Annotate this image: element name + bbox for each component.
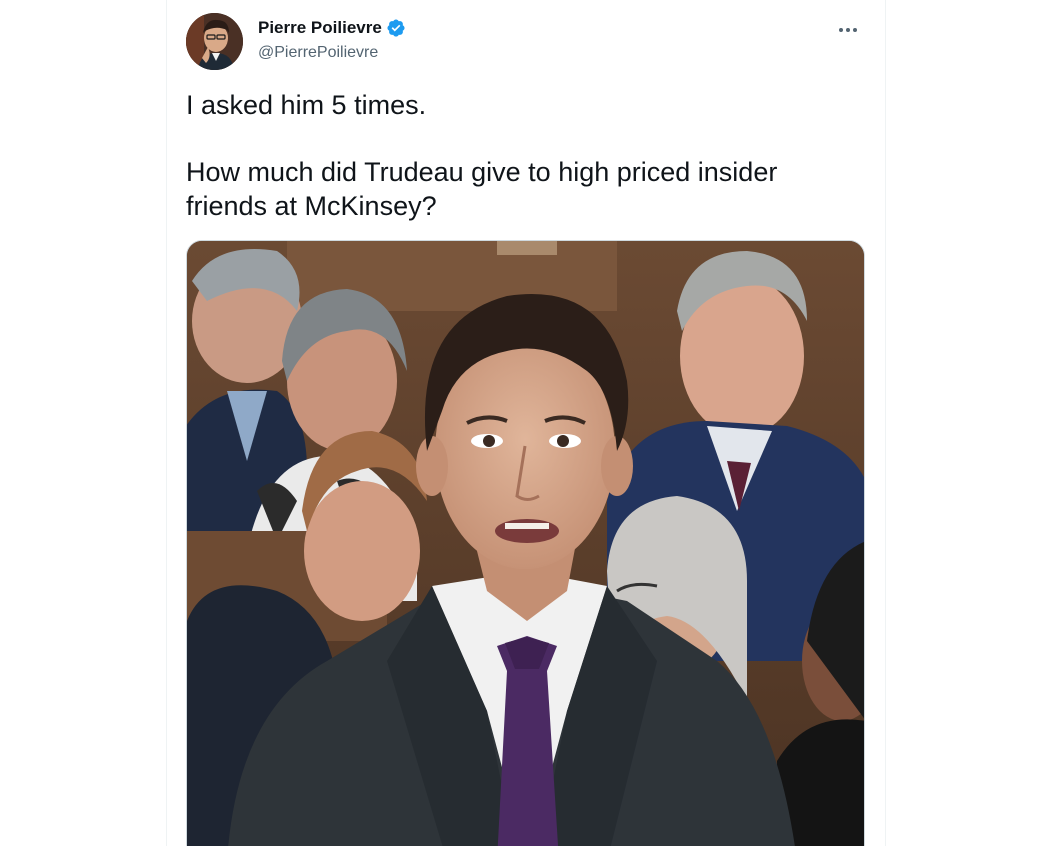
verified-badge-icon [386,18,406,38]
author-handle[interactable]: @PierrePoilievre [258,44,378,62]
more-options-button[interactable] [831,16,865,42]
tweet-media-photo[interactable] [186,240,865,846]
page: Pierre Poilievre @PierrePoilievre I aske… [0,0,1050,846]
media-image [187,241,864,846]
more-horizontal-icon [838,20,858,38]
tweet-card[interactable]: Pierre Poilievre @PierrePoilievre I aske… [166,0,886,846]
tweet-paragraph: I asked him 5 times. [186,90,427,120]
avatar-image [186,13,243,70]
author-name[interactable]: Pierre Poilievre [258,18,382,38]
tweet-text: I asked him 5 times. How much did Trudea… [186,88,846,223]
author-name-row[interactable]: Pierre Poilievre [258,18,406,38]
tweet-paragraph: How much did Trudeau give to high priced… [186,157,778,221]
avatar[interactable] [186,13,243,70]
